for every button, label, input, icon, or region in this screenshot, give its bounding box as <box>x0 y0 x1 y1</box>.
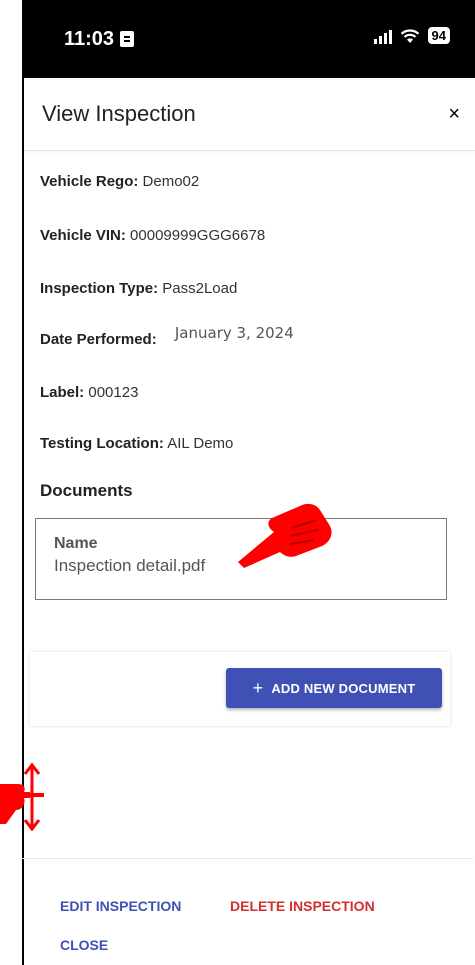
add-new-document-label: ADD NEW DOCUMENT <box>271 680 416 696</box>
field-value: 00009999GGG6678 <box>130 227 266 244</box>
hand-pointer-icon <box>238 503 332 568</box>
field-inspection-type: Inspection Type: Pass2Load <box>40 280 237 297</box>
status-time: 11:03 <box>64 28 135 51</box>
field-date-performed: Date Performed: January 3, 2024 <box>40 324 294 348</box>
field-testing-location: Testing Location: AIL Demo <box>40 435 233 452</box>
close-icon[interactable]: × <box>448 103 460 126</box>
plus-icon: + <box>252 677 264 698</box>
edit-inspection-button[interactable]: EDIT INSPECTION <box>60 898 181 914</box>
hand-resize-vertical-icon <box>0 762 44 832</box>
field-label: Vehicle Rego: <box>40 173 139 190</box>
document-actions-panel: + ADD NEW DOCUMENT <box>30 652 450 726</box>
field-label: Vehicle VIN: <box>40 227 126 244</box>
field-label: Date Performed: <box>40 331 157 348</box>
field-value: Pass2Load <box>162 280 238 297</box>
field-value: 000123 <box>88 384 139 401</box>
status-icons: 94 <box>373 27 450 44</box>
footer-divider <box>22 858 474 859</box>
field-label: Inspection Type: <box>40 280 159 297</box>
delete-inspection-button[interactable]: DELETE INSPECTION <box>230 898 375 914</box>
column-header-name: Name <box>54 535 98 552</box>
id-card-icon <box>120 31 135 47</box>
field-vehicle-rego: Vehicle Rego: Demo02 <box>40 173 199 190</box>
document-link[interactable]: Inspection detail.pdf <box>54 556 205 576</box>
modal-title: View Inspection <box>42 101 196 126</box>
field-label: Testing Location: <box>40 435 164 452</box>
battery-icon: 94 <box>427 27 450 44</box>
field-value: January 3, 2024 <box>174 324 294 342</box>
documents-heading: Documents <box>40 481 133 500</box>
field-label: Label: <box>40 384 85 401</box>
signal-icon <box>373 28 392 44</box>
add-new-document-button[interactable]: + ADD NEW DOCUMENT <box>226 668 442 708</box>
wifi-icon <box>400 28 419 43</box>
field-value: AIL Demo <box>167 435 234 452</box>
close-button[interactable]: CLOSE <box>60 937 108 953</box>
modal-header: View Inspection × <box>24 78 475 151</box>
field-label-number: Label: 000123 <box>40 384 138 401</box>
status-bar: 11:03 94 <box>24 0 475 78</box>
field-value: Demo02 <box>142 173 200 190</box>
field-vehicle-vin: Vehicle VIN: 00009999GGG6678 <box>40 227 265 244</box>
